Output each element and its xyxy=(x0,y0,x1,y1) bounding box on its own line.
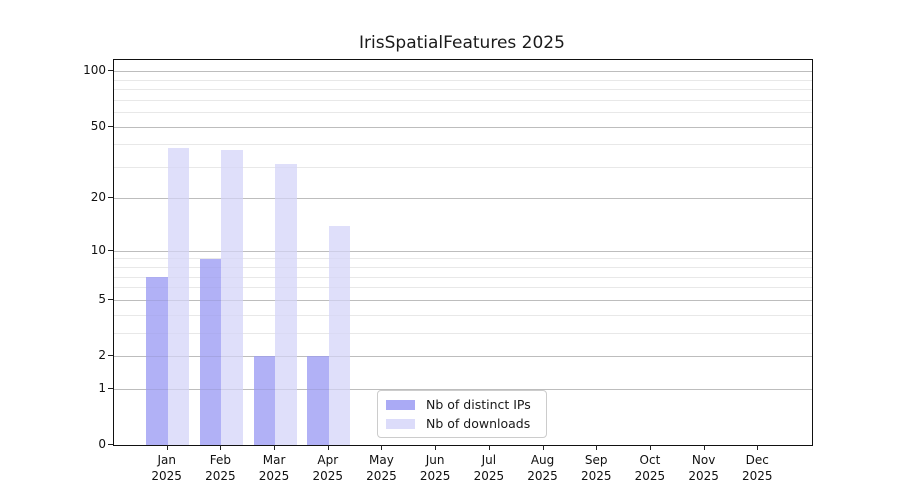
xtick-mark-mar xyxy=(274,445,276,450)
gridline-overlay-major-100 xyxy=(114,71,812,73)
ytick-mark-20 xyxy=(108,197,113,199)
gridline-overlay-minor-4 xyxy=(114,315,812,316)
gridline-overlay-minor-8 xyxy=(114,267,812,268)
legend-item-downloads: Nb of downloads xyxy=(386,416,538,431)
bar-jan-downloads xyxy=(167,148,190,445)
ytick-label-5: 5 xyxy=(98,291,106,306)
xtick-mark-aug xyxy=(542,445,544,450)
download-stats-chart: IrisSpatialFeatures 2025 100 50 20 10 5 2 1 0 J… xyxy=(0,0,900,500)
bar-mar-downloads xyxy=(275,164,297,445)
legend: Nb of distinct IPs Nb of downloads xyxy=(377,390,547,438)
gridline-overlay-minor-30 xyxy=(114,167,812,168)
bar-jan-distinct-ips xyxy=(146,276,168,445)
xtick-mark-jan xyxy=(166,445,168,450)
xtick-mark-jun xyxy=(435,445,437,450)
gridline-overlay-minor-40 xyxy=(114,144,812,145)
gridline-overlay-minor-3 xyxy=(114,333,812,334)
chart-title: IrisSpatialFeatures 2025 xyxy=(359,33,565,53)
gridline-overlay-major-50 xyxy=(114,126,812,128)
legend-item-distinct-ips: Nb of distinct IPs xyxy=(386,397,538,412)
xtick-mark-sep xyxy=(596,445,598,450)
ytick-label-2: 2 xyxy=(98,348,106,362)
plot-area xyxy=(113,59,813,446)
xtick-mark-oct xyxy=(649,445,651,450)
legend-label-downloads: Nb of downloads xyxy=(426,416,531,431)
ytick-mark-2 xyxy=(108,355,113,356)
xtick-mark-dec xyxy=(757,445,759,450)
xtick-mark-jul xyxy=(488,445,490,450)
ytick-mark-5 xyxy=(108,298,113,300)
ytick-mark-10 xyxy=(108,249,113,251)
gridline-overlay-minor-9 xyxy=(114,258,812,259)
xtick-mark-nov xyxy=(703,445,705,450)
ytick-label-10: 10 xyxy=(90,242,106,257)
gridline-overlay-major-20 xyxy=(114,198,812,200)
ytick-label-50: 50 xyxy=(90,118,106,133)
ytick-mark-1 xyxy=(108,387,113,389)
bar-mar-distinct-ips xyxy=(253,356,276,445)
bar-apr-distinct-ips xyxy=(307,356,329,445)
ytick-label-0: 0 xyxy=(98,437,106,451)
ytick-mark-50 xyxy=(108,125,113,127)
gridline-overlay-minor-70 xyxy=(114,100,812,101)
gridline-overlay-minor-80 xyxy=(114,89,812,90)
gridline-overlay-minor-7 xyxy=(114,277,812,278)
ytick-label-1: 1 xyxy=(98,380,106,395)
gridline-overlay-minor-90 xyxy=(114,80,812,81)
bar-feb-downloads xyxy=(221,150,243,445)
gridline-overlay-major-2 xyxy=(114,356,812,357)
xtick-mark-may xyxy=(381,445,383,450)
xtick-mark-apr xyxy=(327,445,329,450)
legend-swatch-distinct-ips xyxy=(386,399,415,410)
gridline-overlay-minor-60 xyxy=(114,112,812,113)
ytick-label-20: 20 xyxy=(90,190,106,205)
ytick-label-100: 100 xyxy=(83,63,106,78)
legend-label-distinct-ips: Nb of distinct IPs xyxy=(426,397,531,412)
legend-swatch-downloads xyxy=(386,418,415,429)
gridline-overlay-minor-6 xyxy=(114,287,812,288)
gridline-overlay-major-10 xyxy=(114,250,812,252)
xtick-mark-feb xyxy=(220,445,222,450)
ytick-mark-0 xyxy=(108,444,113,445)
ytick-mark-100 xyxy=(108,70,113,72)
gridline-overlay-major-5 xyxy=(114,299,812,301)
xtick-label-dec: Dec 2025 xyxy=(742,453,773,483)
